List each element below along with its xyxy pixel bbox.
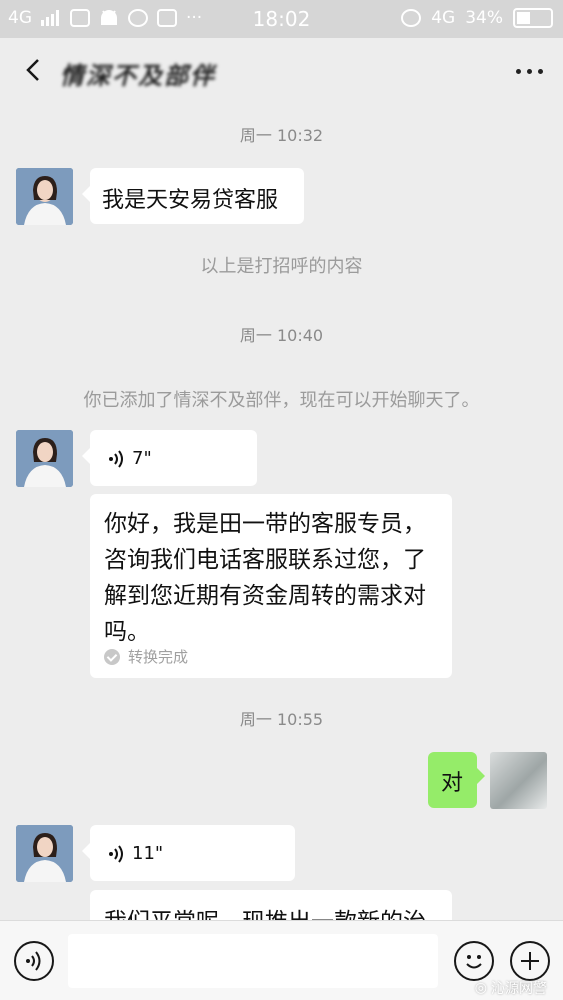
contact-avatar[interactable] <box>16 168 73 225</box>
my-avatar[interactable] <box>490 752 547 809</box>
timestamp: 周一 10:32 <box>239 126 324 145</box>
alarm-icon <box>401 9 422 27</box>
transcript-text: 你好，我是田一带的客服专员，咨询我们电话客服联系过您，了解到您近期有资金周转的需… <box>104 511 426 645</box>
network-label-right: 4G <box>431 8 456 28</box>
battery-percent: 34% <box>465 8 503 28</box>
transcript-bubble-partial[interactable]: 我们平常呢，现推出一款新的治 <box>90 890 452 920</box>
watermark: ◎ 沁源网警 <box>475 978 547 998</box>
more-actions-button[interactable] <box>510 941 550 981</box>
voice-row: 7" <box>108 448 152 469</box>
contact-avatar[interactable] <box>16 825 73 882</box>
more-options-icon[interactable] <box>516 69 543 74</box>
voice-duration: 11" <box>132 843 164 864</box>
voice-icon <box>26 951 41 971</box>
message-text: 我是天安易贷客服 <box>102 188 279 213</box>
chat-title: 情深不及部伴 <box>60 62 216 90</box>
plus-icon <box>521 952 539 970</box>
battery-icon <box>513 8 553 28</box>
check-icon <box>104 648 120 665</box>
timestamp: 周一 10:40 <box>239 326 324 345</box>
conversion-status: 转换完成 <box>104 646 188 667</box>
system-note: 以上是打招呼的内容 <box>200 256 363 277</box>
transcript-text: 我们平常呢，现推出一款新的治 <box>104 902 426 920</box>
contact-avatar[interactable] <box>16 430 73 487</box>
watermark-logo-icon: ◎ <box>474 980 487 996</box>
timestamp: 周一 10:55 <box>239 710 324 729</box>
voice-message-bubble[interactable]: 7" <box>82 430 257 486</box>
watermark-text: 沁源网警 <box>491 981 547 997</box>
voice-input-button[interactable] <box>14 941 54 981</box>
status-bar: 4G ··· 18:02 4G 34% <box>0 0 563 38</box>
conversion-status-label: 转换完成 <box>128 648 189 666</box>
my-message-bubble[interactable]: 对 <box>428 752 485 808</box>
emoji-button[interactable] <box>454 941 494 981</box>
my-message-text: 对 <box>441 771 464 796</box>
voice-wave-icon <box>109 449 123 468</box>
voice-wave-icon <box>109 844 123 863</box>
voice-duration: 7" <box>132 448 152 469</box>
transcript-bubble[interactable]: 你好，我是田一带的客服专员，咨询我们电话客服联系过您，了解到您近期有资金周转的需… <box>90 494 452 678</box>
back-chevron-icon[interactable] <box>22 58 46 82</box>
smiley-icon <box>466 955 482 969</box>
nav-bar: 情深不及部伴 <box>0 38 563 104</box>
voice-message-bubble[interactable]: 11" <box>82 825 295 881</box>
voice-row: 11" <box>108 843 163 864</box>
system-note: 你已添加了情深不及部伴，现在可以开始聊天了。 <box>83 390 480 411</box>
message-bubble[interactable]: 我是天安易贷客服 <box>82 168 304 224</box>
message-input[interactable] <box>68 934 438 988</box>
status-right: 4G 34% <box>401 8 553 28</box>
